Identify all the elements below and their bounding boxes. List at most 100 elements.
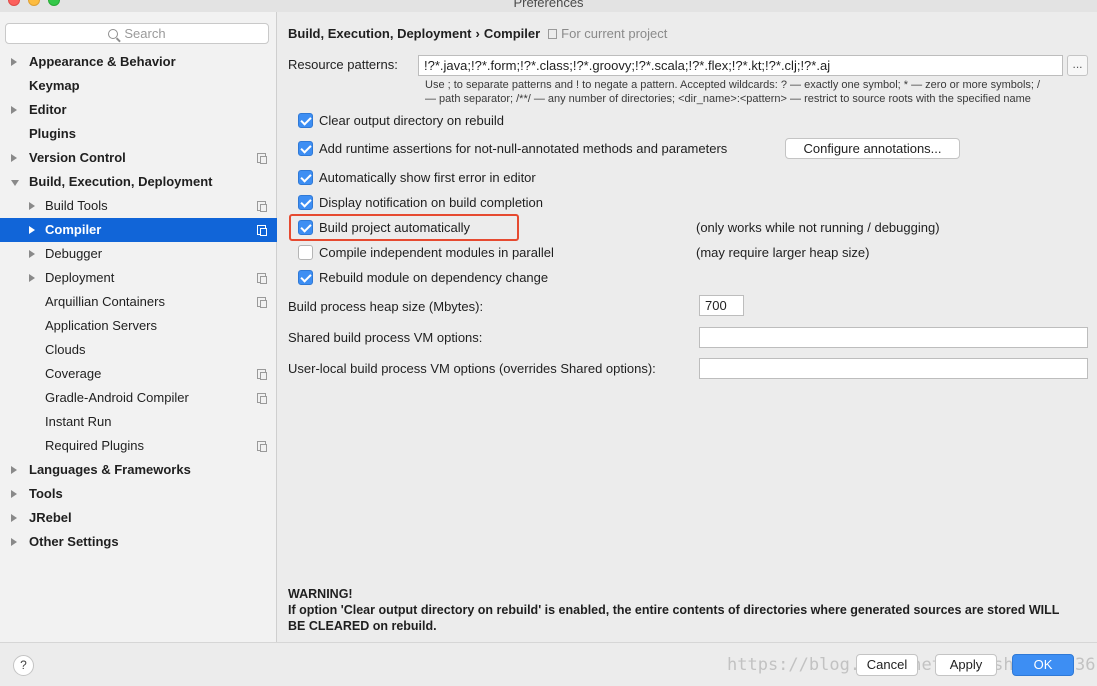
sidebar-item-application-servers[interactable]: Application Servers xyxy=(0,314,277,338)
checkbox[interactable] xyxy=(298,141,313,156)
breadcrumb-current: Compiler xyxy=(483,26,541,41)
sidebar-item-label: Appearance & Behavior xyxy=(29,54,176,69)
option-label: Compile independent modules in parallel xyxy=(319,245,554,260)
sidebar-item-label: Application Servers xyxy=(45,318,157,333)
expand-arrow-icon[interactable] xyxy=(29,202,35,210)
sidebar-item-instant-run[interactable]: Instant Run xyxy=(0,410,277,434)
user-vm-options-input[interactable] xyxy=(699,358,1088,379)
sidebar-item-label: Editor xyxy=(29,102,67,117)
sidebar-item-label: Required Plugins xyxy=(45,438,145,453)
expand-arrow-icon[interactable] xyxy=(11,106,17,114)
warning-title: WARNING! xyxy=(288,587,353,601)
sidebar-item-editor[interactable]: Editor xyxy=(0,98,277,122)
checkbox[interactable] xyxy=(298,270,313,285)
sidebar-item-build-execution-deployment[interactable]: Build, Execution, Deployment xyxy=(0,170,277,194)
option-note: (only works while not running / debuggin… xyxy=(696,220,940,235)
sidebar-item-label: JRebel xyxy=(29,510,72,525)
option-label: Automatically show first error in editor xyxy=(319,170,536,185)
sidebar-item-compiler[interactable]: Compiler xyxy=(0,218,277,242)
breadcrumb-separator: › xyxy=(475,26,480,41)
expand-arrow-icon[interactable] xyxy=(29,250,35,258)
expand-arrow-icon[interactable] xyxy=(11,466,17,474)
expand-arrow-icon[interactable] xyxy=(11,154,17,162)
user-vm-options-label: User-local build process VM options (ove… xyxy=(288,361,656,376)
project-scope-icon xyxy=(257,441,267,452)
compiler-settings-panel: Build, Execution, Deployment › Compiler For… xyxy=(278,12,1097,642)
sidebar-item-build-tools[interactable]: Build Tools xyxy=(0,194,277,218)
sidebar-item-label: Other Settings xyxy=(29,534,119,549)
sidebar-item-arquillian-containers[interactable]: Arquillian Containers xyxy=(0,290,277,314)
resource-patterns-label: Resource patterns: xyxy=(288,57,398,72)
resource-patterns-hint-line2: — path separator; /**/ — any number of d… xyxy=(425,93,1031,105)
sidebar-item-jrebel[interactable]: JRebel xyxy=(0,506,277,530)
ok-button[interactable]: OK xyxy=(1012,654,1074,676)
sidebar-item-label: Compiler xyxy=(45,222,102,237)
checkbox[interactable] xyxy=(298,170,313,185)
expand-arrow-icon[interactable] xyxy=(11,58,17,66)
checkbox[interactable] xyxy=(298,245,313,260)
breadcrumb-parent: Build, Execution, Deployment xyxy=(288,26,472,41)
sidebar-item-debugger[interactable]: Debugger xyxy=(0,242,277,266)
sidebar-item-label: Tools xyxy=(29,486,63,501)
shared-vm-options-label: Shared build process VM options: xyxy=(288,330,483,345)
sidebar-item-gradle-android-compiler[interactable]: Gradle-Android Compiler xyxy=(0,386,277,410)
shared-vm-options-input[interactable] xyxy=(699,327,1088,348)
apply-button[interactable]: Apply xyxy=(935,654,997,676)
sidebar-item-tools[interactable]: Tools xyxy=(0,482,277,506)
checkbox[interactable] xyxy=(298,220,313,235)
sidebar-item-other-settings[interactable]: Other Settings xyxy=(0,530,277,554)
sidebar-item-keymap[interactable]: Keymap xyxy=(0,74,277,98)
title-bar: Preferences xyxy=(0,0,1097,12)
checkbox[interactable] xyxy=(298,113,313,128)
help-button[interactable]: ? xyxy=(13,655,34,676)
sidebar-item-clouds[interactable]: Clouds xyxy=(0,338,277,362)
option-label: Add runtime assertions for not-null-anno… xyxy=(319,141,728,156)
option-label: Display notification on build completion xyxy=(319,195,544,210)
sidebar-item-version-control[interactable]: Version Control xyxy=(0,146,277,170)
window-title: Preferences xyxy=(513,0,584,10)
expand-arrow-icon[interactable] xyxy=(11,514,17,522)
sidebar-item-label: Deployment xyxy=(45,270,115,285)
option-label: Rebuild module on dependency change xyxy=(319,270,549,285)
expand-arrow-icon[interactable] xyxy=(29,274,35,282)
sidebar-item-label: Instant Run xyxy=(45,414,112,429)
sidebar-item-languages-frameworks[interactable]: Languages & Frameworks xyxy=(0,458,277,482)
sidebar-item-label: Debugger xyxy=(45,246,103,261)
option-label: Clear output directory on rebuild xyxy=(319,113,504,128)
project-scope-icon xyxy=(257,225,267,236)
sidebar-item-label: Coverage xyxy=(45,366,102,381)
project-scope-icon xyxy=(257,393,267,404)
configure-annotations-button[interactable]: Configure annotations... xyxy=(785,138,960,159)
resource-patterns-browse-button[interactable]: ... xyxy=(1067,55,1088,76)
project-scope-icon xyxy=(257,273,267,284)
search-input[interactable]: Search xyxy=(5,23,269,44)
expand-arrow-icon[interactable] xyxy=(11,490,17,498)
sidebar-item-label: Plugins xyxy=(29,126,76,141)
project-scope-icon xyxy=(257,297,267,308)
warning-body: If option 'Clear output directory on reb… xyxy=(288,603,1060,633)
sidebar-item-required-plugins[interactable]: Required Plugins xyxy=(0,434,277,458)
expand-arrow-icon[interactable] xyxy=(29,226,35,234)
sidebar-item-label: Clouds xyxy=(45,342,86,357)
sidebar-item-plugins[interactable]: Plugins xyxy=(0,122,277,146)
heap-size-input[interactable]: 700 xyxy=(699,295,744,316)
sidebar-item-deployment[interactable]: Deployment xyxy=(0,266,277,290)
option-label: Build project automatically xyxy=(319,220,471,235)
sidebar-item-label: Languages & Frameworks xyxy=(29,462,191,477)
project-scope-icon xyxy=(548,29,558,39)
resource-patterns-hint-line1: Use ; to separate patterns and ! to nega… xyxy=(425,79,1041,91)
sidebar-item-label: Version Control xyxy=(29,150,126,165)
sidebar-item-label: Gradle-Android Compiler xyxy=(45,390,189,405)
search-placeholder: Search xyxy=(124,26,166,41)
sidebar-item-label: Build Tools xyxy=(45,198,108,213)
checkbox[interactable] xyxy=(298,195,313,210)
collapse-arrow-icon[interactable] xyxy=(11,180,19,186)
resource-patterns-input[interactable]: !?*.java;!?*.form;!?*.class;!?*.groovy;!… xyxy=(418,55,1063,76)
breadcrumb: Build, Execution, Deployment › Compiler For… xyxy=(288,26,667,41)
sidebar-item-coverage[interactable]: Coverage xyxy=(0,362,277,386)
sidebar-item-appearance-behavior[interactable]: Appearance & Behavior xyxy=(0,50,277,74)
cancel-button[interactable]: Cancel xyxy=(856,654,918,676)
breadcrumb-scope: For current project xyxy=(561,26,668,41)
option-note: (may require larger heap size) xyxy=(696,245,870,260)
expand-arrow-icon[interactable] xyxy=(11,538,17,546)
